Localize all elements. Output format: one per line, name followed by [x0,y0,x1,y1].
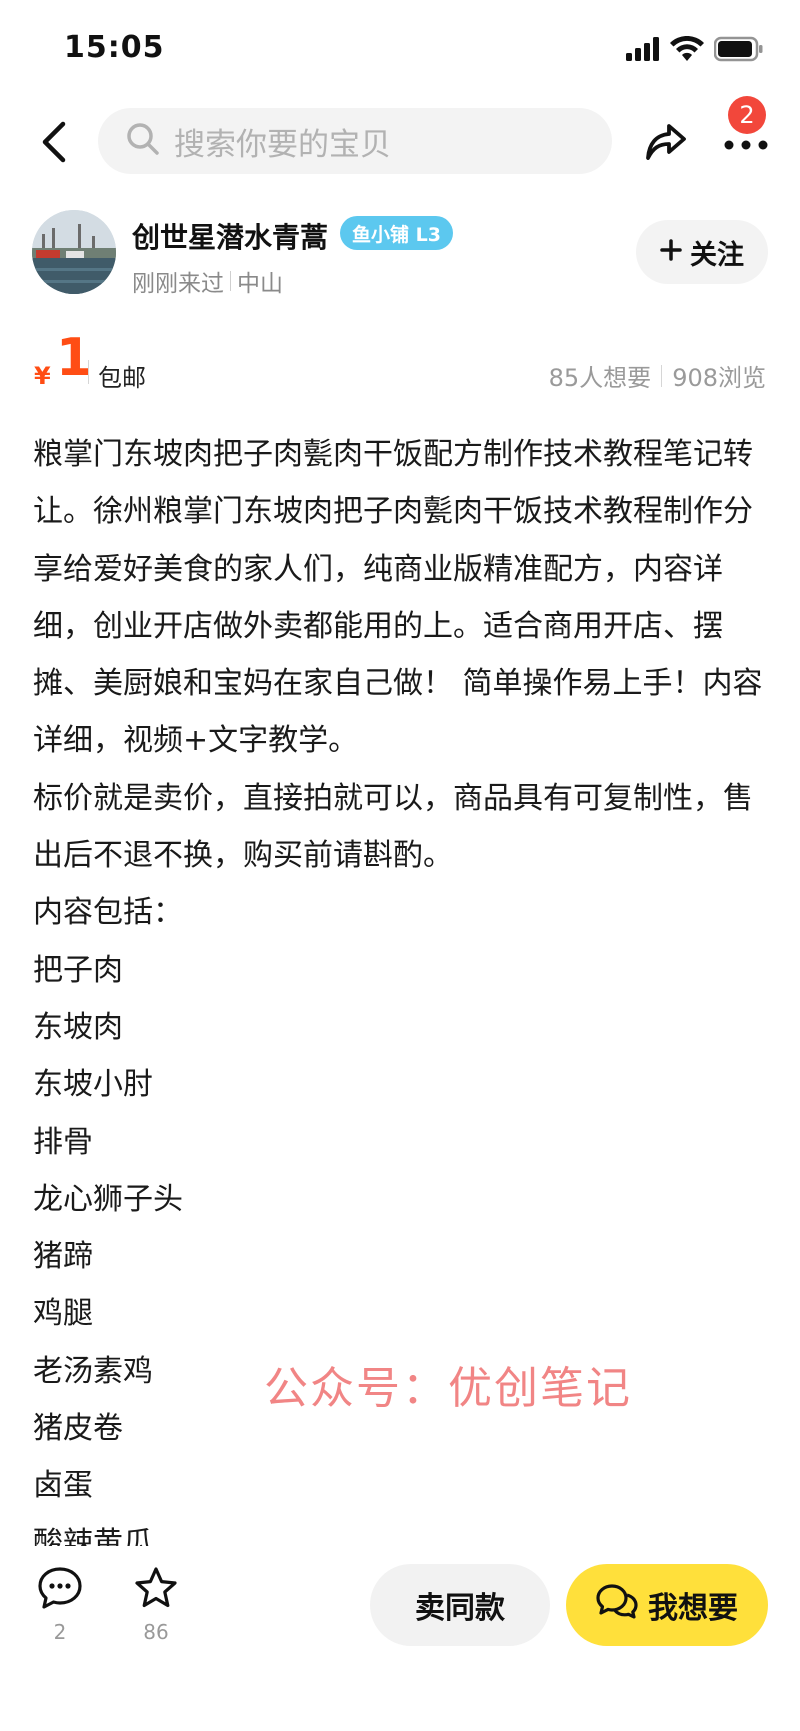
last-seen: 刚刚来过 [132,271,224,297]
view-count: 908浏览 [672,364,766,392]
comment-icon [37,1566,83,1614]
currency-symbol: ¥ [34,362,51,390]
want-button[interactable]: 我想要 [566,1564,768,1646]
battery-icon [713,36,764,66]
list-item: 东坡小肘 [33,1067,153,1103]
notification-badge: 2 [728,96,766,134]
seller-info: 创世星潜水青蒿 鱼小铺 L3 刚刚来过 中山 关注 [0,210,800,300]
comment-button[interactable]: 2 [30,1566,90,1644]
meta-divider [230,271,231,291]
follow-label: 关注 [690,239,744,271]
stats-divider [661,364,663,387]
avatar[interactable] [32,210,116,294]
chat-icon [596,1583,638,1627]
price-row: ¥ 1 包邮 85人想要 908浏览 [0,328,800,394]
list-item: 龙心狮子头 [33,1181,183,1217]
description-paragraph: 标价就是卖价，直接拍就可以，商品具有可复制性，售出后不退不换，购买前请斟酌。 [33,780,753,874]
search-input[interactable]: 搜索你要的宝贝 [98,108,612,174]
seller-name[interactable]: 创世星潜水青蒿 [132,216,328,256]
wifi-icon [670,35,704,66]
level-badge-label: 鱼小铺 L3 [352,223,441,246]
shipping-label: 包邮 [98,364,146,392]
level-badge: 鱼小铺 L3 [340,216,453,250]
share-icon [645,122,687,166]
list-item: 东坡肉 [33,1009,123,1045]
list-item: 排骨 [33,1124,93,1160]
bottom-action-bar: 2 86 卖同款 我想要 [0,1546,800,1731]
top-navigation-bar: 搜索你要的宝贝 2 [0,96,800,184]
back-button[interactable] [28,118,80,170]
share-button[interactable] [640,118,692,170]
list-item: 卤蛋 [33,1468,93,1504]
favorite-count: 86 [143,1620,169,1644]
status-icons [626,35,764,66]
price-divider [88,360,89,384]
sell-same-label: 卖同款 [415,1591,505,1626]
comment-count: 2 [53,1620,67,1644]
item-stats: 85人想要 908浏览 [549,358,766,393]
description-paragraph: 粮掌门东坡肉把子肉甏肉干饭配方制作技术教程笔记转让。徐州粮掌门东坡肉把子肉甏肉干… [33,437,763,759]
search-icon [126,122,160,160]
seller-meta: 刚刚来过 中山 [132,264,283,298]
back-icon [39,120,69,168]
more-icon [724,135,768,154]
search-placeholder: 搜索你要的宝贝 [174,126,391,163]
want-label: 我想要 [648,1591,738,1626]
sell-same-button[interactable]: 卖同款 [370,1564,550,1646]
signal-icon [626,37,660,65]
watermark: 公众号：优创笔记 [264,1363,632,1414]
description-line: 内容包括： [33,895,183,931]
seller-location: 中山 [237,271,283,297]
want-count: 85人想要 [548,364,652,392]
list-item: 猪蹄 [33,1239,93,1275]
status-time: 15:05 [64,30,165,65]
plus-icon [660,237,682,268]
list-item: 鸡腿 [33,1296,93,1332]
star-icon [133,1566,179,1614]
favorite-button[interactable]: 86 [126,1566,186,1644]
price-value: 1 [56,328,93,388]
status-bar: 15:05 [0,0,800,100]
follow-button[interactable]: 关注 [636,220,768,284]
list-item: 把子肉 [33,952,123,988]
